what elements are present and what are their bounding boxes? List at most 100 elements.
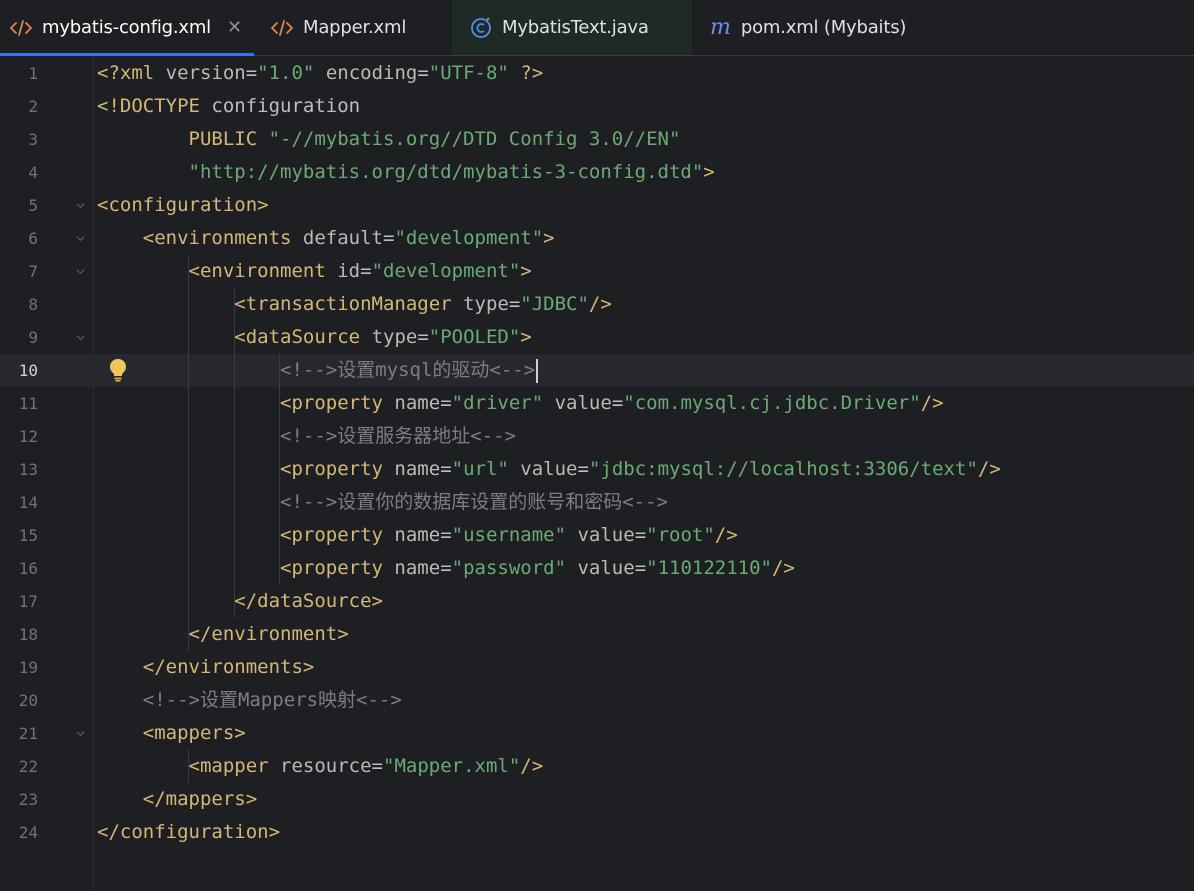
token-tag: <environments [142, 227, 303, 249]
line-number[interactable]: 23 [0, 783, 38, 816]
line-number[interactable]: 7 [0, 255, 38, 288]
close-icon[interactable]: ✕ [227, 17, 242, 38]
code-text[interactable]: <property name="url" value="jdbc:mysql:/… [97, 453, 1001, 486]
line-number[interactable]: 9 [0, 321, 38, 354]
fold-chevron-icon[interactable] [76, 201, 85, 210]
code-line[interactable]: 18 </environment> [0, 618, 1194, 651]
code-text[interactable]: <property name="driver" value="com.mysql… [97, 387, 944, 420]
line-number[interactable]: 22 [0, 750, 38, 783]
indent-guide [188, 750, 189, 783]
fold-chevron-icon[interactable] [76, 234, 85, 243]
code-line[interactable]: 4 "http://mybatis.org/dtd/mybatis-3-conf… [0, 156, 1194, 189]
code-line[interactable]: 12 <!-->设置服务器地址<--> [0, 420, 1194, 453]
token-tag: </environments> [142, 656, 315, 678]
code-text[interactable]: <mappers> [97, 717, 246, 750]
code-text[interactable]: <!-->设置服务器地址<--> [97, 420, 516, 453]
code-line[interactable]: 24 </configuration> [0, 816, 1194, 849]
code-line[interactable]: 9 <dataSource type="POOLED"> [0, 321, 1194, 354]
code-text[interactable]: <property name="password" value="1101221… [97, 552, 795, 585]
code-line[interactable]: 8 <transactionManager type="JDBC"/> [0, 288, 1194, 321]
indent-guide [279, 354, 280, 585]
line-number[interactable]: 14 [0, 486, 38, 519]
code-text[interactable]: <environment id="development"> [97, 255, 532, 288]
line-number[interactable]: 21 [0, 717, 38, 750]
line-number[interactable]: 4 [0, 156, 38, 189]
code-line[interactable]: 3 PUBLIC "-//mybatis.org//DTD Config 3.0… [0, 123, 1194, 156]
xml-icon [271, 19, 293, 37]
line-number[interactable]: 15 [0, 519, 38, 552]
token-plain: = [611, 392, 624, 414]
code-text[interactable]: </configuration> [97, 816, 280, 849]
line-number[interactable]: 17 [0, 585, 38, 618]
code-text[interactable]: <?xml version="1.0" encoding="UTF-8" ?> [97, 57, 543, 90]
code-editor[interactable]: 1 <?xml version="1.0" encoding="UTF-8" ?>… [0, 56, 1194, 891]
code-text[interactable]: </environments> [97, 651, 315, 684]
code-line[interactable]: 13 <property name="url" value="jdbc:mysq… [0, 453, 1194, 486]
code-text[interactable]: </mappers> [97, 783, 257, 816]
line-number[interactable]: 20 [0, 684, 38, 717]
code-line[interactable]: 23 </mappers> [0, 783, 1194, 816]
code-line[interactable]: 20 <!-->设置Mappers映射<--> [0, 684, 1194, 717]
tab-pom-xml[interactable]: m pom.xml (Mybaits) [700, 0, 940, 55]
code-line[interactable]: 10 <!-->设置mysql的驱动<--> [0, 354, 1194, 387]
code-text[interactable]: </dataSource> [97, 585, 383, 618]
token-tag: > [703, 161, 715, 183]
code-text[interactable]: "http://mybatis.org/dtd/mybatis-3-config… [97, 156, 715, 189]
code-text[interactable]: <configuration> [97, 189, 269, 222]
line-number[interactable]: 1 [0, 57, 38, 90]
line-number[interactable]: 3 [0, 123, 38, 156]
token-str: "POOLED" [428, 326, 521, 348]
code-line[interactable]: 6 <environments default="development"> [0, 222, 1194, 255]
line-number[interactable]: 8 [0, 288, 38, 321]
line-number[interactable]: 18 [0, 618, 38, 651]
tab-mybatis-text-java[interactable]: MybatisText.java [452, 0, 692, 55]
code-line[interactable]: 16 <property name="password" value="1101… [0, 552, 1194, 585]
code-line[interactable]: 17 </dataSource> [0, 585, 1194, 618]
line-number[interactable]: 2 [0, 90, 38, 123]
code-text[interactable]: <!-->设置mysql的驱动<--> [97, 354, 539, 387]
code-text[interactable]: <!DOCTYPE configuration [97, 90, 360, 123]
code-line[interactable]: 15 <property name="username" value="root… [0, 519, 1194, 552]
code-text[interactable]: <!-->设置你的数据库设置的账号和密码<--> [97, 486, 668, 519]
code-line[interactable]: 7 <environment id="development"> [0, 255, 1194, 288]
fold-chevron-icon[interactable] [76, 267, 85, 276]
code-text[interactable]: <property name="username" value="root"/> [97, 519, 738, 552]
code-text[interactable]: <transactionManager type="JDBC"/> [97, 288, 612, 321]
code-line[interactable]: 2 <!DOCTYPE configuration [0, 90, 1194, 123]
code-line[interactable]: 21 <mappers> [0, 717, 1194, 750]
line-number[interactable]: 12 [0, 420, 38, 453]
fold-chevron-icon[interactable] [76, 333, 85, 342]
fold-chevron-icon[interactable] [76, 729, 85, 738]
tab-mapper-xml[interactable]: Mapper.xml [261, 0, 451, 55]
code-line[interactable]: 22 <mapper resource="Mapper.xml"/> [0, 750, 1194, 783]
line-number[interactable]: 5 [0, 189, 38, 222]
code-text[interactable]: <environments default="development"> [97, 222, 555, 255]
token-tag: /> [920, 392, 944, 414]
code-text[interactable]: <mapper resource="Mapper.xml"/> [97, 750, 544, 783]
line-number[interactable]: 16 [0, 552, 38, 585]
java-class-icon [470, 16, 492, 39]
code-text[interactable]: PUBLIC "-//mybatis.org//DTD Config 3.0//… [97, 123, 681, 156]
token-tag: /> [588, 293, 612, 315]
token-tag: ?> [508, 62, 544, 84]
code-line[interactable]: 11 <property name="driver" value="com.my… [0, 387, 1194, 420]
code-text[interactable]: <dataSource type="POOLED"> [97, 321, 531, 354]
line-number[interactable]: 13 [0, 453, 38, 486]
tab-mybatis-config[interactable]: mybatis-config.xml ✕ [0, 0, 254, 56]
code-line[interactable]: 14 <!-->设置你的数据库设置的账号和密码<--> [0, 486, 1194, 519]
line-number[interactable]: 6 [0, 222, 38, 255]
line-number[interactable]: 10 [0, 354, 38, 387]
line-number[interactable]: 11 [0, 387, 38, 420]
text-caret [536, 358, 539, 383]
token-attr: version [165, 62, 246, 84]
token-tag: <property [280, 458, 395, 480]
code-line[interactable]: 5 <configuration> [0, 189, 1194, 222]
code-line[interactable]: 19 </environments> [0, 651, 1194, 684]
code-line[interactable]: 1 <?xml version="1.0" encoding="UTF-8" ?> [0, 57, 1194, 90]
code-text[interactable]: <!-->设置Mappers映射<--> [97, 684, 402, 717]
line-number[interactable]: 24 [0, 816, 38, 849]
line-number[interactable]: 19 [0, 651, 38, 684]
code-text[interactable]: </environment> [97, 618, 349, 651]
